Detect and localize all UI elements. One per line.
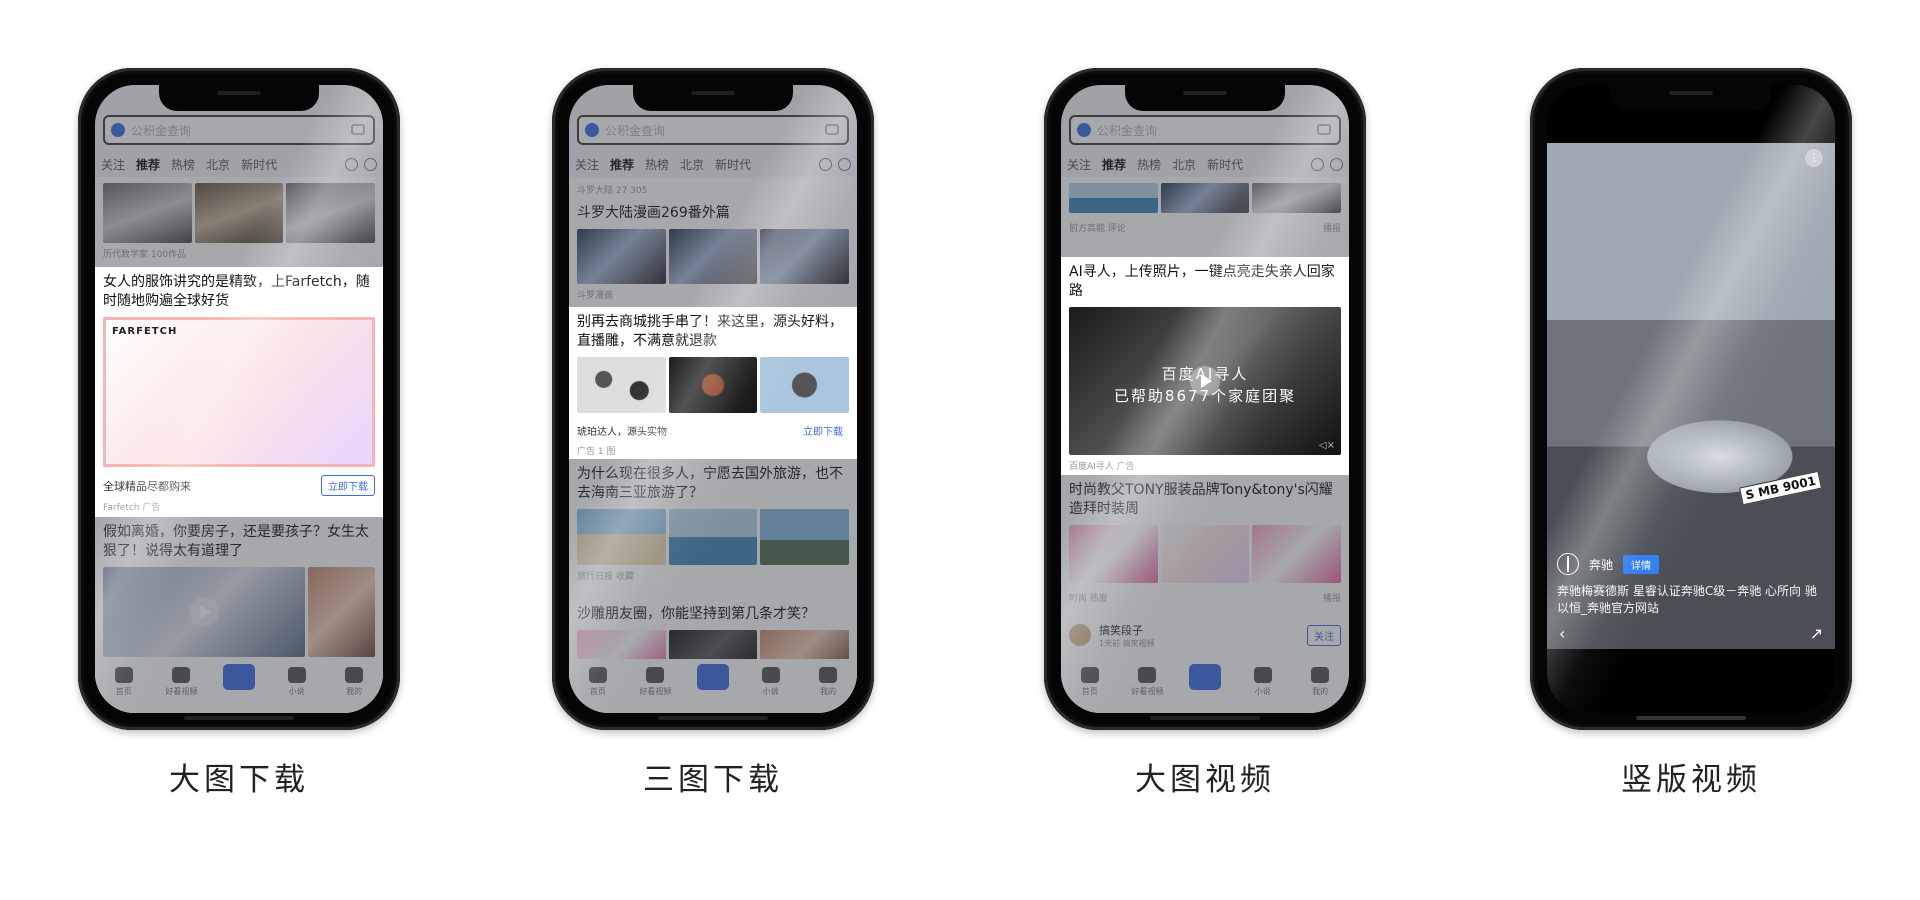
phone-notch <box>1125 85 1285 111</box>
more-icon[interactable]: ⋮ <box>1805 149 1823 167</box>
back-icon[interactable]: ‹ <box>1559 624 1565 643</box>
ad-title: 女人的服饰讲究的是精致，上Farfetch，随时随地购遍全球好货 <box>103 274 370 309</box>
brand-name: 奔驰 <box>1589 557 1614 572</box>
caption-large-image-download: 大图下载 <box>169 762 309 798</box>
license-plate: S MB 9001 <box>1738 470 1822 506</box>
bracelet-image[interactable] <box>668 357 758 413</box>
phone-screen: 公积金查询 关注 推荐 热榜 北京 新时代 历代数学家 100作品 女人的服饰讲… <box>95 85 383 713</box>
ad-title: 别再去商城挑手串了！来这里，源头好料，直播雕，不满意就退款 <box>577 314 843 349</box>
brand-logo-text: FARFETCH <box>112 326 178 337</box>
caption-vertical-video: 竖版视频 <box>1621 762 1761 798</box>
phone-notch <box>159 85 319 111</box>
dim-overlay <box>569 459 857 713</box>
phone-mockup-large-image-video: 公积金查询 关注 推荐 热榜 北京 新时代 前方高能 评论 播报 AI寻人，上传… <box>1044 68 1366 730</box>
video-controls: ‹ ↗ <box>1559 624 1823 643</box>
ad-meta: Farfetch 广告 <box>103 503 161 513</box>
download-button[interactable]: 立即下载 <box>797 421 849 440</box>
home-indicator <box>1150 716 1260 720</box>
home-indicator <box>658 716 768 720</box>
video-player[interactable]: 百度AI寻人 已帮助8677个家庭团聚 ◁× <box>1069 307 1341 455</box>
caption-large-image-video: 大图视频 <box>1135 762 1275 798</box>
ad-title: AI寻人，上传照片，一键点亮走失亲人回家路 <box>1069 264 1335 299</box>
bracelet-image[interactable] <box>577 357 666 413</box>
share-icon[interactable]: ↗ <box>1810 624 1823 643</box>
dim-overlay <box>95 517 383 713</box>
phone-screen: 公积金查询 关注 推荐 热榜 北京 新时代 前方高能 评论 播报 AI寻人，上传… <box>1061 85 1349 713</box>
ad-label: 全球精品尽都购来 <box>103 479 191 493</box>
detail-button[interactable]: 详情 <box>1623 554 1660 574</box>
ad-card-highlight[interactable]: 女人的服饰讲究的是精致，上Farfetch，随时随地购遍全球好货 FARFETC… <box>95 267 383 517</box>
phone-mockup-three-image-download: 公积金查询 关注 推荐 热榜 北京 新时代 斗罗大陆 27 305 斗罗大陆漫画… <box>552 68 874 730</box>
home-indicator <box>1636 716 1746 720</box>
mute-icon[interactable]: ◁× <box>1319 440 1335 451</box>
fashion-ad-image[interactable]: FARFETCH <box>103 317 375 467</box>
dim-overlay <box>1061 475 1349 713</box>
dim-overlay <box>569 85 857 307</box>
ad-meta: 广告 1 图 <box>577 447 616 457</box>
ad-meta: 百度AI寻人 广告 <box>1069 462 1135 472</box>
video-description: 奔驰梅赛德斯 星睿认证奔驰C级－奔驰 心所向 驰以恒_奔驰官方网站 <box>1557 584 1817 615</box>
ad-card-highlight[interactable]: 别再去商城挑手串了！来这里，源头好料，直播雕，不满意就退款 琥珀达人，源头实物 … <box>569 307 857 459</box>
phone-mockup-large-image-download: 公积金查询 关注 推荐 热榜 北京 新时代 历代数学家 100作品 女人的服饰讲… <box>78 68 400 730</box>
phone-notch <box>633 85 793 111</box>
ad-label: 琥珀达人，源头实物 <box>577 427 667 438</box>
video-ad-overlay: 奔驰 详情 奔驰梅赛德斯 星睿认证奔驰C级－奔驰 心所向 驰以恒_奔驰官方网站 <box>1557 553 1825 617</box>
home-indicator <box>184 716 294 720</box>
phone-mockup-vertical-video: S MB 9001 ⋮ 奔驰 详情 奔驰梅赛德斯 星睿认证奔驰C级－奔驰 心所向… <box>1530 68 1852 730</box>
bracelet-image[interactable] <box>760 357 850 413</box>
ad-card-highlight[interactable]: AI寻人，上传照片，一键点亮走失亲人回家路 百度AI寻人 已帮助8677个家庭团… <box>1061 257 1349 475</box>
download-button[interactable]: 立即下载 <box>321 475 375 496</box>
phone-screen: 公积金查询 关注 推荐 热榜 北京 新时代 斗罗大陆 27 305 斗罗大陆漫画… <box>569 85 857 713</box>
dim-overlay <box>95 85 383 267</box>
caption-three-image-download: 三图下载 <box>643 762 783 798</box>
play-icon[interactable] <box>1190 366 1220 396</box>
phone-notch <box>1611 85 1771 111</box>
mercedes-logo-icon <box>1557 553 1579 575</box>
letterbox-bottom <box>1547 649 1835 713</box>
phone-screen: S MB 9001 ⋮ 奔驰 详情 奔驰梅赛德斯 星睿认证奔驰C级－奔驰 心所向… <box>1547 85 1835 713</box>
